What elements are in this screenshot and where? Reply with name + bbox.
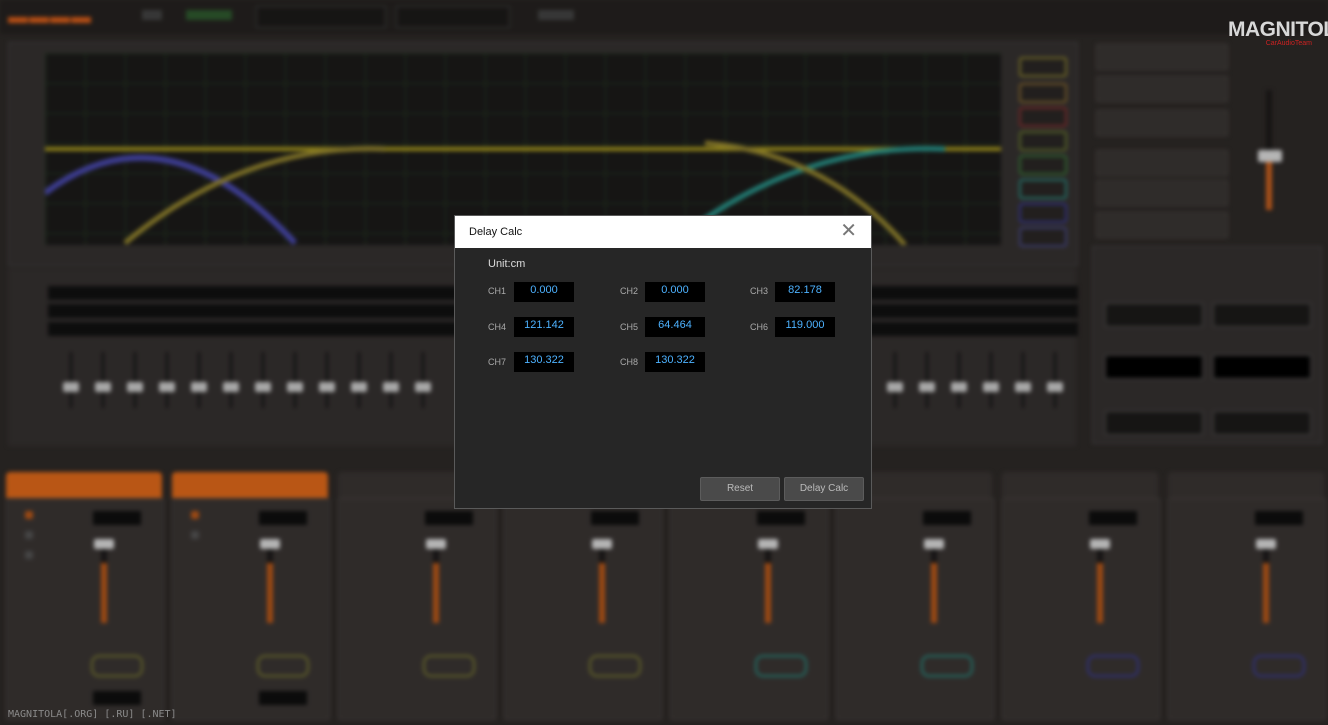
delay-calc-dialog: Delay Calc ✕ Unit:cm CH1 0.000 CH2 0.000…: [454, 215, 872, 509]
close-icon[interactable]: ✕: [840, 221, 857, 241]
ch3-label: CH3: [750, 286, 769, 296]
unit-label: Unit:cm: [488, 258, 526, 270]
ch5-delay-field[interactable]: 64.464: [645, 317, 705, 337]
ch1-label: CH1: [488, 286, 507, 296]
reset-button[interactable]: Reset: [700, 477, 780, 501]
ch8-delay-field[interactable]: 130.322: [645, 352, 705, 372]
ch5-label: CH5: [620, 322, 639, 332]
dialog-titlebar: Delay Calc ✕: [455, 216, 871, 248]
ch7-label: CH7: [488, 357, 507, 367]
brand-logo: MAGNITOLA CarAudioTeam: [1228, 18, 1328, 47]
dialog-title: Delay Calc: [469, 226, 523, 238]
ch4-label: CH4: [488, 322, 507, 332]
brand-logo-text: MAGNITOLA: [1228, 18, 1328, 41]
ch8-label: CH8: [620, 357, 639, 367]
watermark: MAGNITOLA[.ORG] [.RU] [.NET]: [8, 709, 177, 720]
ch4-delay-field[interactable]: 121.142: [514, 317, 574, 337]
ch7-delay-field[interactable]: 130.322: [514, 352, 574, 372]
ch2-label: CH2: [620, 286, 639, 296]
brand-logo-subtext: CarAudioTeam: [1265, 40, 1312, 47]
ch6-label: CH6: [750, 322, 769, 332]
ch1-delay-field[interactable]: 0.000: [514, 282, 574, 302]
ch6-delay-field[interactable]: 119.000: [775, 317, 835, 337]
ch3-delay-field[interactable]: 82.178: [775, 282, 835, 302]
delay-calc-button[interactable]: Delay Calc: [784, 477, 864, 501]
ch2-delay-field[interactable]: 0.000: [645, 282, 705, 302]
